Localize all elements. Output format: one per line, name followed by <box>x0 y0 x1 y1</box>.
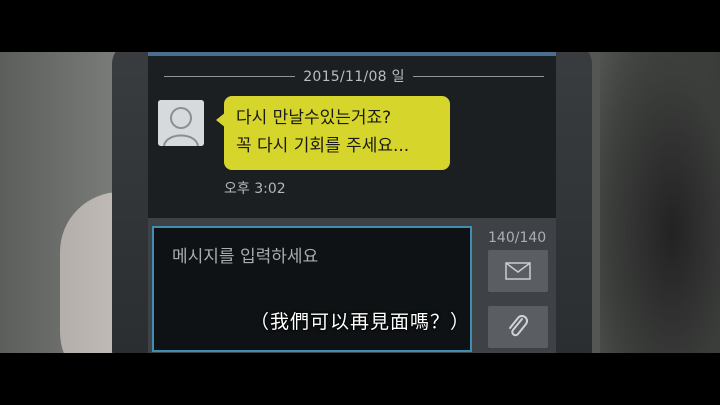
message-bubble[interactable]: 다시 만날수있는거죠? 꼭 다시 기회를 주세요... <box>224 96 450 170</box>
message-line: 꼭 다시 기회를 주세요... <box>236 136 410 156</box>
message-line: 다시 만날수있는거죠? <box>236 108 392 128</box>
divider <box>164 75 296 77</box>
subtitle: （我們可以再見面嗎？） <box>249 311 470 333</box>
screen-top-bar <box>148 52 556 56</box>
char-counter: 140/140 <box>488 230 547 246</box>
send-button[interactable] <box>488 250 548 292</box>
date-label: 2015/11/08 일 <box>303 69 405 85</box>
person-icon <box>158 100 204 146</box>
date-separator: 2015/11/08 일 <box>164 66 544 86</box>
envelope-icon <box>505 262 531 280</box>
message-time: 오후 3:02 <box>224 181 286 197</box>
divider <box>412 75 544 77</box>
contact-avatar[interactable] <box>158 100 204 146</box>
input-placeholder: 메시지를 입력하세요 <box>172 247 319 267</box>
